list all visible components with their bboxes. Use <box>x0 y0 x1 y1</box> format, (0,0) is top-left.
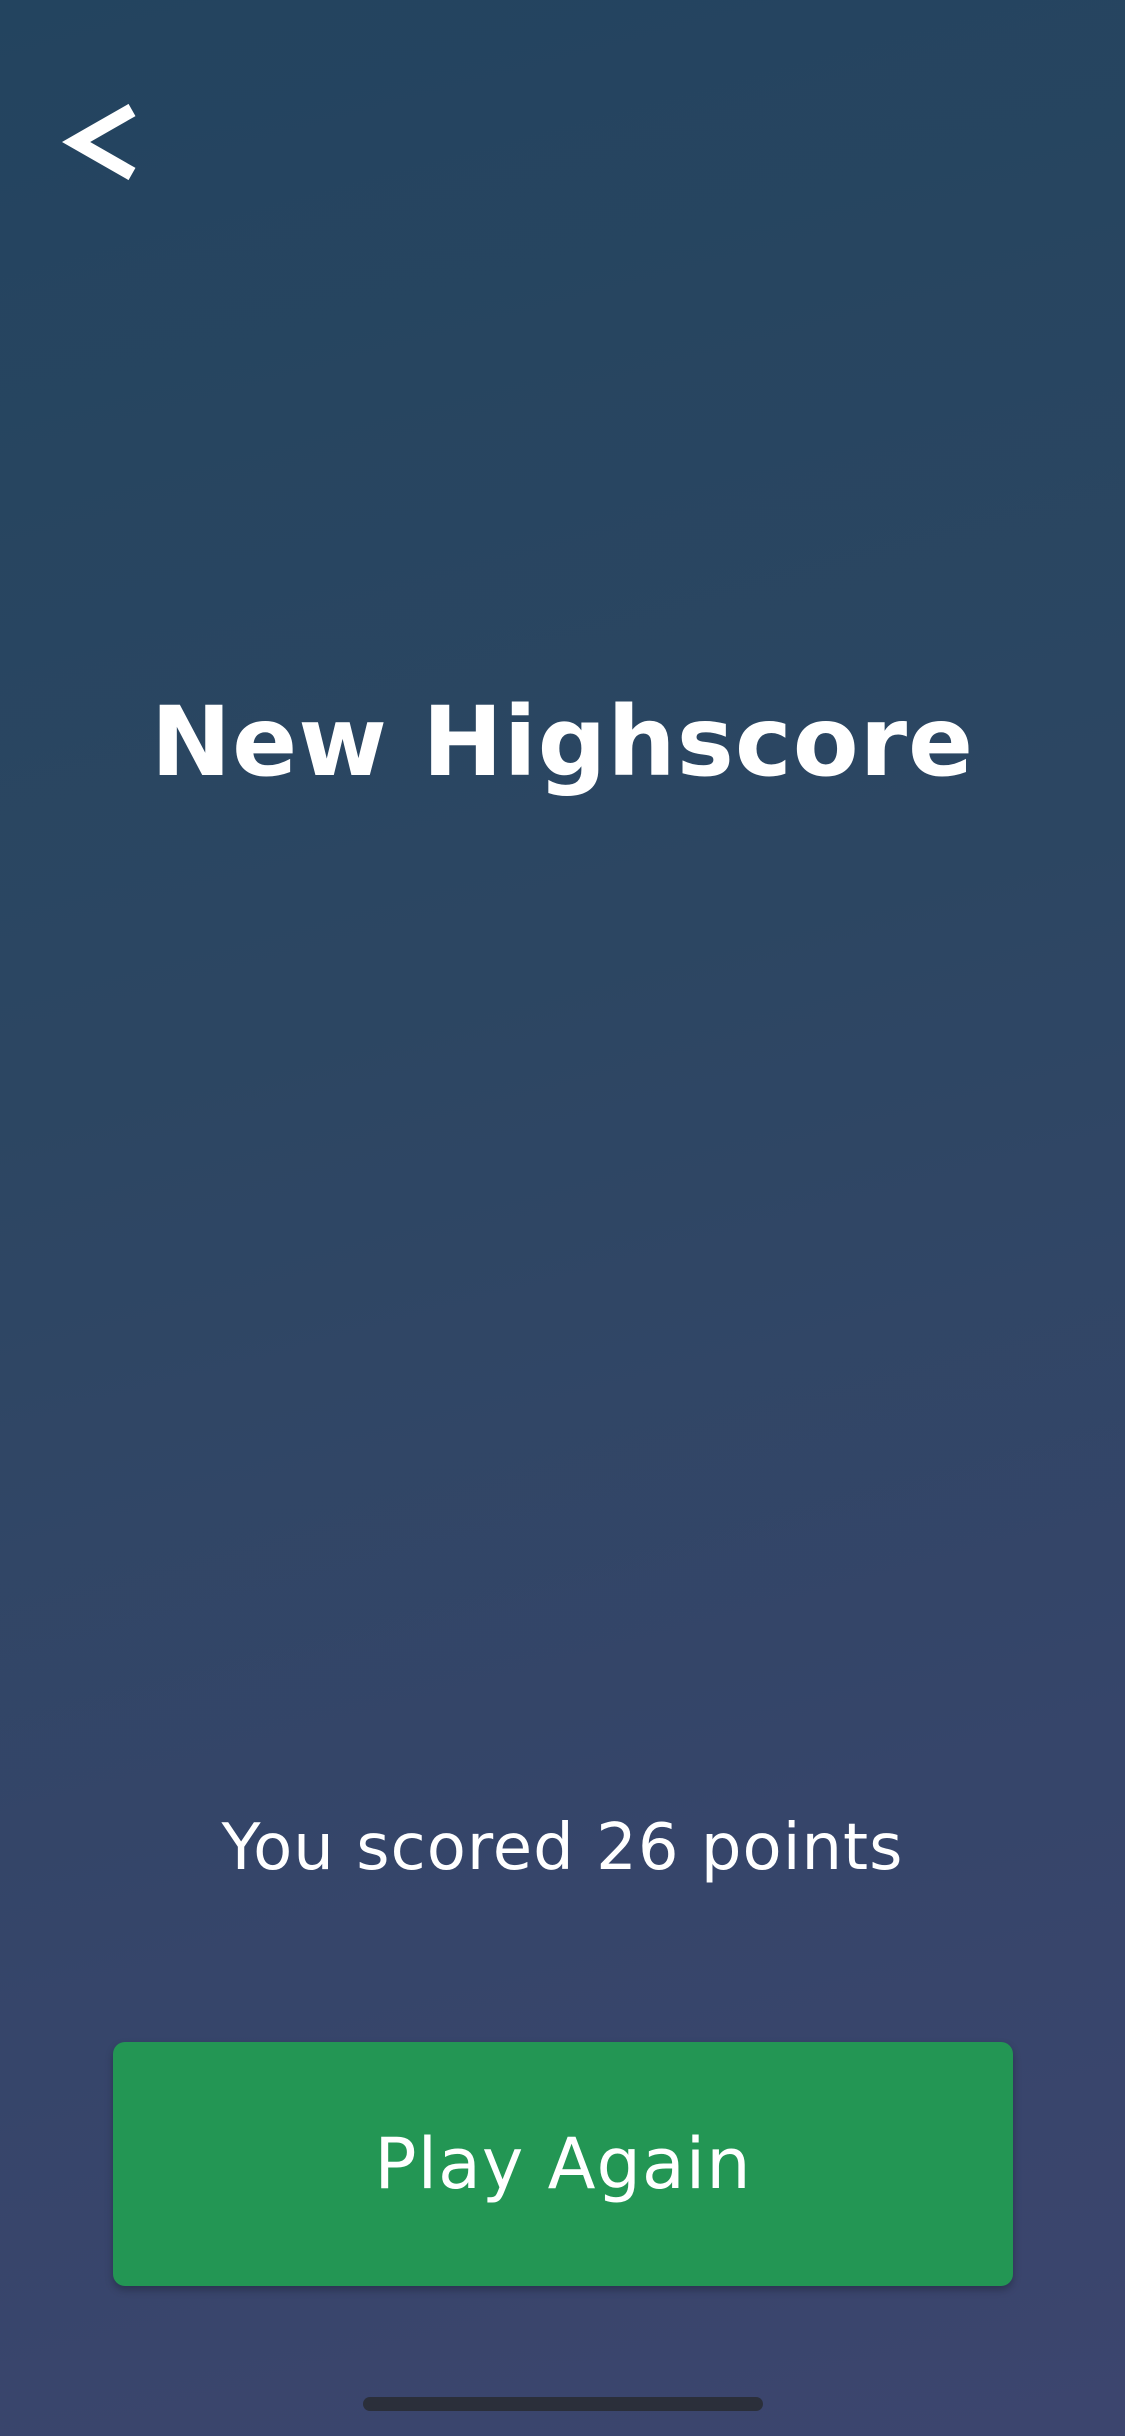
score-message: You scored 26 points <box>221 1811 904 1885</box>
highscore-screen: New Highscore You scored 26 points Play … <box>0 0 1125 2436</box>
page-title: New Highscore <box>150 686 975 798</box>
chevron-left-icon <box>62 102 142 182</box>
play-again-label: Play Again <box>374 2123 752 2205</box>
back-button[interactable] <box>52 92 152 192</box>
play-again-button[interactable]: Play Again <box>113 2042 1013 2286</box>
home-indicator[interactable] <box>363 2397 763 2411</box>
